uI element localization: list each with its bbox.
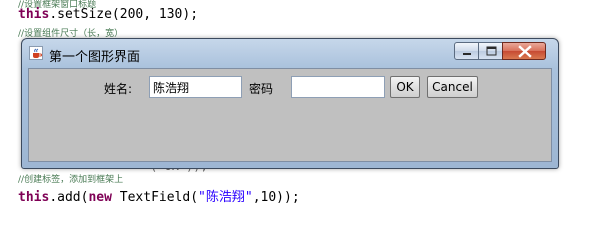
ok-button[interactable]: OK <box>390 76 420 98</box>
password-label: 密码 <box>249 82 274 96</box>
cancel-button[interactable]: Cancel <box>427 76 478 98</box>
name-label: 姓名: <box>104 82 133 96</box>
java-cup-icon <box>29 46 43 60</box>
minimize-icon <box>463 53 471 55</box>
name-field[interactable]: 陈浩翔 <box>149 76 242 98</box>
code-string: "陈浩翔" <box>198 190 253 205</box>
close-button[interactable] <box>502 42 546 60</box>
maximize-icon <box>486 46 497 56</box>
code-comment: //创建标签，添加到框架上 <box>18 175 124 185</box>
java-frame-window: 第一个图形界面 姓名: 陈浩翔 密码 OK Cancel <box>21 38 559 169</box>
title-bar[interactable]: 第一个图形界面 <box>22 39 558 67</box>
minimize-button[interactable] <box>454 42 479 60</box>
code-line-setsize: this.setSize(200, 130); <box>18 7 199 22</box>
code-text: .setSize(200, 130); <box>49 7 199 22</box>
password-field[interactable] <box>291 76 385 98</box>
code-line-add: this.add(new TextField("陈浩翔",10)); <box>18 190 300 205</box>
content-panel: 姓名: 陈浩翔 密码 OK Cancel <box>28 68 552 162</box>
maximize-button[interactable] <box>478 42 503 60</box>
close-icon <box>518 45 532 58</box>
window-title: 第一个图形界面 <box>49 50 141 65</box>
